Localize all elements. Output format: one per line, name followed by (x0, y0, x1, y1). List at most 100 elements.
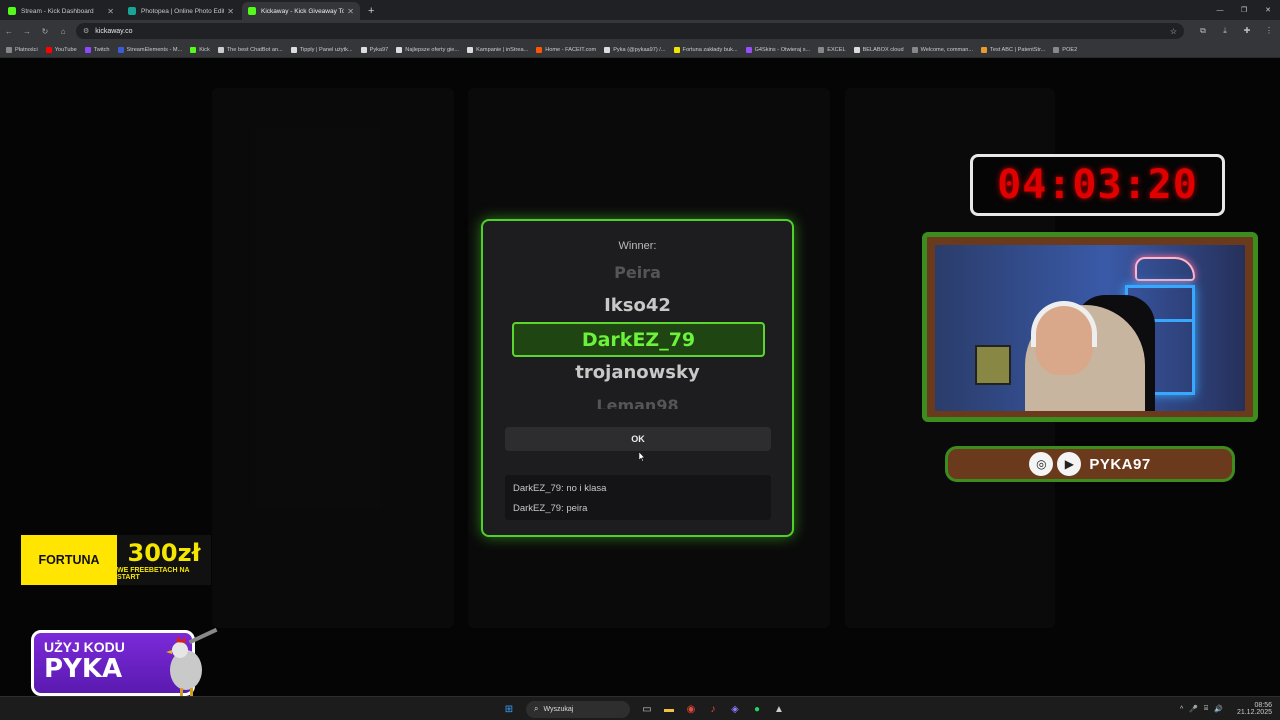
ok-button[interactable]: OK (505, 427, 771, 451)
bookmark-label: Kick (199, 46, 210, 53)
taskbar-clock[interactable]: 08:56 21.12.2025 (1231, 702, 1272, 716)
bookmark-favicon-icon (217, 46, 224, 53)
webcam-feed (935, 245, 1245, 411)
site-info-icon[interactable]: ⚙ (83, 27, 89, 35)
bookmark-item[interactable]: Twitch (84, 46, 110, 53)
photopea-icon (128, 7, 136, 15)
close-window-icon[interactable]: ✕ (1256, 0, 1280, 20)
bookmark-label: Home - FACEIT.com (545, 46, 597, 53)
window-controls: — ❐ ✕ (1208, 0, 1280, 20)
address-bar[interactable]: ⚙ kickaway.co ☆ (76, 23, 1184, 39)
tray-chevron-icon[interactable]: ^ (1180, 706, 1183, 713)
kick-icon (8, 7, 16, 15)
menu-icon[interactable]: ⋮ (1258, 26, 1280, 36)
discord-icon[interactable]: ◈ (724, 699, 746, 719)
forward-icon[interactable]: → (18, 22, 36, 40)
back-icon[interactable]: ← (0, 22, 18, 40)
bookmark-favicon-icon (396, 46, 403, 53)
bookmark-favicon-icon (1053, 46, 1060, 53)
close-icon[interactable]: ✕ (227, 7, 234, 16)
bookmark-label: The best ChatBot an... (226, 46, 283, 53)
bookmark-favicon-icon (981, 46, 988, 53)
tab-kickaway[interactable]: Kickaway - Kick Giveaway Tool ✕ (242, 2, 360, 20)
app-icon[interactable]: ▲ (768, 699, 790, 719)
bookmark-favicon-icon (290, 46, 297, 53)
bookmark-favicon-icon (745, 46, 752, 53)
roll-name-prev-2: Peira (614, 263, 661, 279)
volume-icon[interactable]: 🔊 (1214, 705, 1223, 713)
chat-message: DarkEZ_79: peira (513, 503, 588, 514)
bookmark-favicon-icon (467, 46, 474, 53)
puzzle-icon[interactable]: ✚ (1236, 26, 1258, 36)
bookmark-favicon-icon (6, 46, 12, 53)
network-icon[interactable]: ⌸ (1204, 705, 1208, 713)
bookmark-item[interactable]: The best ChatBot an... (217, 46, 283, 53)
reload-icon[interactable]: ↻ (36, 22, 54, 40)
windows-start-icon[interactable]: ⊞ (498, 699, 520, 719)
tab-photopea[interactable]: Photopea | Online Photo Editor ✕ (122, 2, 240, 20)
close-icon[interactable]: ✕ (107, 7, 114, 16)
bookmark-item[interactable]: StreamElements - M... (117, 46, 182, 53)
bookmark-item[interactable]: G4Skins - Otwieraj s... (745, 46, 810, 53)
bookmark-item[interactable]: Tipply | Panel użytk... (290, 46, 353, 53)
bookmark-label: YouTube (54, 46, 77, 53)
bookmark-favicon-icon (853, 46, 860, 53)
bookmark-label: Welcome, comman... (920, 46, 974, 53)
bookmark-favicon-icon (360, 46, 367, 53)
taskbar-apps: ⊞ ⌕ Wyszukaj ▭ ▬ ◉ ♪ ◈ ● ▲ (498, 699, 790, 719)
system-tray: ^ 🎤 ⌸ 🔊 08:56 21.12.2025 (1174, 699, 1272, 719)
winner-chat-log: DarkEZ_79: no i klasa DarkEZ_79: peira (505, 475, 771, 520)
social-badge: ◎ ▶ PYKA97 (945, 446, 1235, 482)
bookmark-favicon-icon (84, 46, 91, 53)
close-icon[interactable]: ✕ (347, 7, 354, 16)
bookmark-favicon-icon (818, 46, 825, 53)
roll-name-next-2: Leman98 (596, 396, 679, 409)
app-icon-red[interactable]: ♪ (702, 699, 724, 719)
bookmark-item[interactable]: BELABOX cloud (853, 46, 904, 53)
bookmark-favicon-icon (673, 46, 680, 53)
bookmark-item[interactable]: Test ABC | PatentStr... (981, 46, 1045, 53)
bookmark-item[interactable]: Home - FACEIT.com (536, 46, 597, 53)
neon-bull-sign (1135, 257, 1195, 281)
winner-modal: Winner: Peira Ikso42 DarkEZ_79 trojanows… (481, 219, 794, 537)
file-explorer-icon[interactable]: ▬ (658, 699, 680, 719)
spotify-icon[interactable]: ● (746, 699, 768, 719)
bookmark-item[interactable]: POE2 (1053, 46, 1077, 53)
minimize-icon[interactable]: — (1208, 0, 1232, 20)
bookmark-item[interactable]: EXCEL (818, 46, 846, 53)
fortuna-logo: FORTUNA (21, 535, 117, 585)
bookmark-label: Płatności (15, 46, 38, 53)
bookmark-star-icon[interactable]: ☆ (1170, 27, 1177, 36)
home-icon[interactable]: ⌂ (54, 22, 72, 40)
mouse-cursor-icon (639, 452, 645, 462)
chrome-icon[interactable]: ◉ (680, 699, 702, 719)
new-tab-button[interactable]: + (368, 2, 374, 20)
extensions-icon[interactable]: ⧉ (1192, 26, 1214, 36)
task-view-icon[interactable]: ▭ (636, 699, 658, 719)
bookmark-favicon-icon (45, 46, 52, 53)
bookmark-label: Pyka (@pykaa97) /... (613, 46, 666, 53)
bookmark-item[interactable]: Pyka97 (360, 46, 389, 53)
poster (975, 345, 1011, 385)
bookmark-label: Pyka97 (369, 46, 389, 53)
fortuna-amount: 300zł (127, 539, 201, 567)
bookmark-item[interactable]: YouTube (45, 46, 77, 53)
search-placeholder: Wyszukaj (543, 705, 574, 713)
bookmark-item[interactable]: Kampanie | inStrea... (467, 46, 528, 53)
bookmark-item[interactable]: Welcome, comman... (911, 46, 974, 53)
tab-kick-dashboard[interactable]: Stream - Kick Dashboard ✕ (2, 2, 120, 20)
bookmark-item[interactable]: Najlepsze oferty gie... (396, 46, 459, 53)
download-icon[interactable]: ⤓ (1214, 26, 1236, 36)
restore-icon[interactable]: ❐ (1232, 0, 1256, 20)
taskbar-search[interactable]: ⌕ Wyszukaj (526, 700, 630, 718)
rooster-mascot-icon (166, 628, 218, 698)
winner-name: DarkEZ_79 (512, 322, 765, 357)
bookmark-item[interactable]: Fortuna zakłady buk... (673, 46, 738, 53)
chat-message: DarkEZ_79: no i klasa (513, 483, 607, 494)
bookmark-item[interactable]: Kick (190, 46, 210, 53)
bookmark-item[interactable]: Płatności (6, 46, 38, 53)
bookmark-item[interactable]: Pyka (@pykaa97) /... (604, 46, 666, 53)
bookmark-label: EXCEL (827, 46, 846, 53)
clock-date: 21.12.2025 (1236, 709, 1272, 716)
mic-icon[interactable]: 🎤 (1189, 705, 1198, 713)
